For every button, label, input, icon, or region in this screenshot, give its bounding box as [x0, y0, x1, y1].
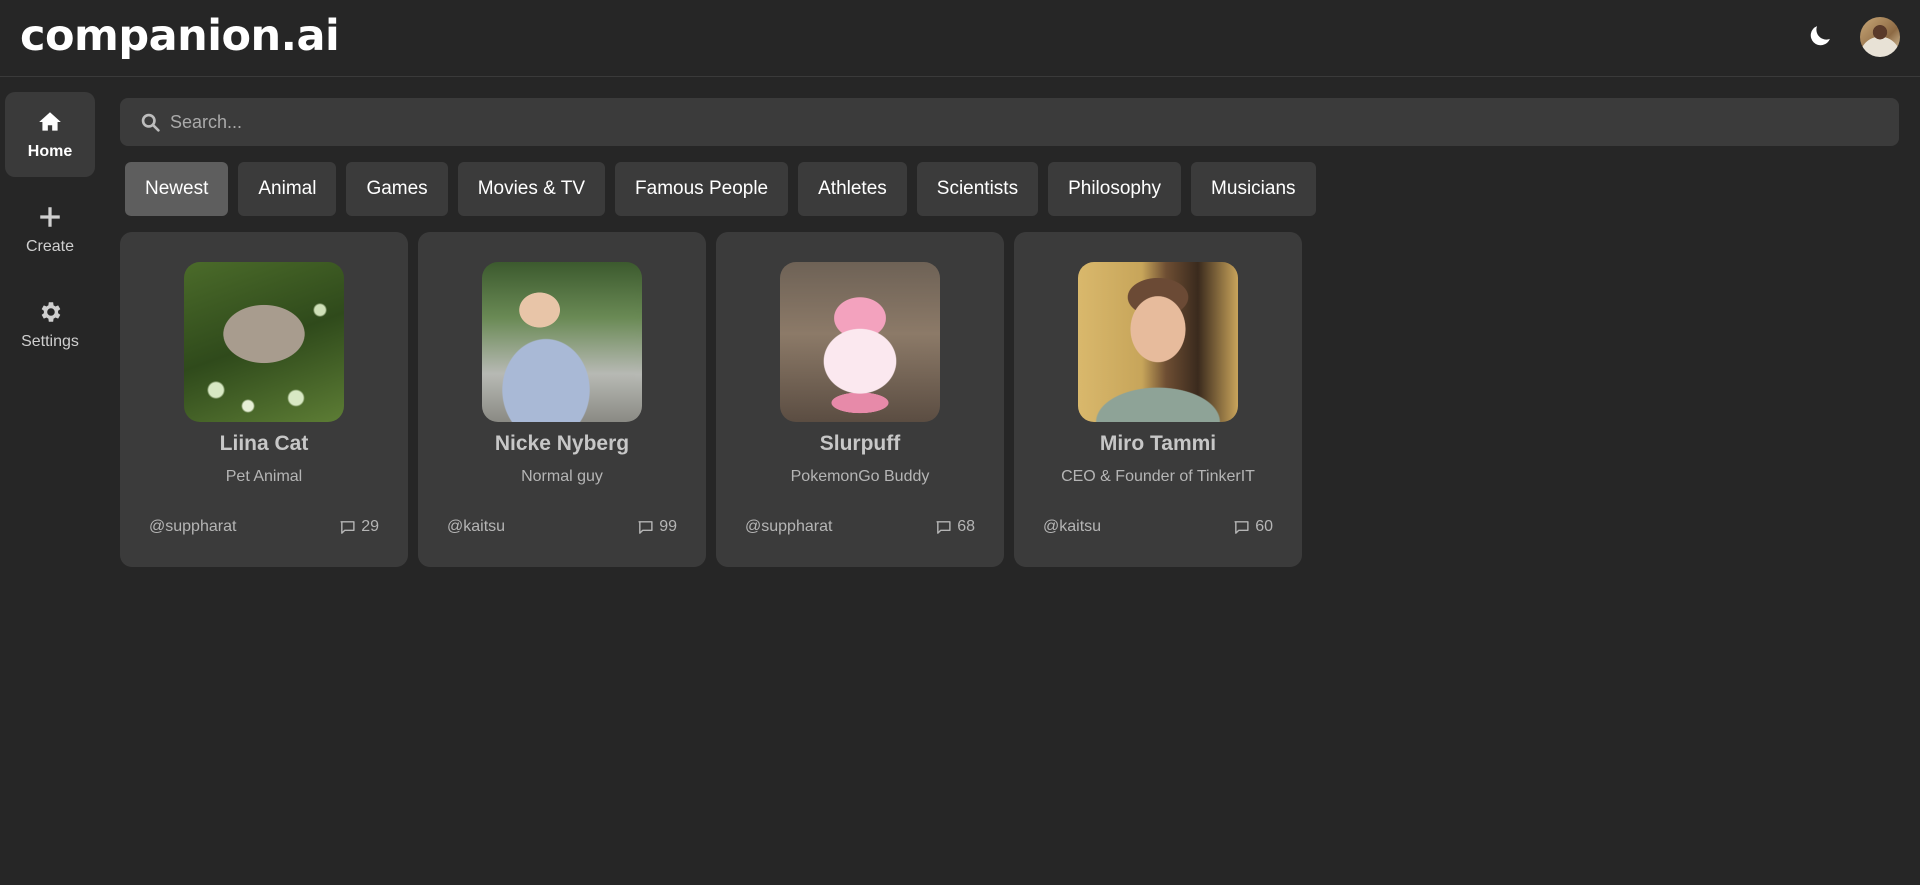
- message-count: 29: [339, 518, 379, 536]
- companion-card[interactable]: Miro Tammi CEO & Founder of TinkerIT @ka…: [1014, 232, 1302, 567]
- companion-card[interactable]: Slurpuff PokemonGo Buddy @suppharat 68: [716, 232, 1004, 567]
- message-count-value: 99: [659, 518, 677, 535]
- moon-icon[interactable]: [1806, 22, 1834, 50]
- companion-name: Nicke Nyberg: [494, 432, 630, 455]
- companion-image: [482, 262, 642, 422]
- search-input[interactable]: [170, 98, 1870, 146]
- sidebar-item-home[interactable]: Home: [5, 92, 95, 177]
- message-icon: [638, 520, 653, 534]
- message-icon: [936, 520, 951, 534]
- message-count: 60: [1233, 518, 1273, 536]
- companion-description: Pet Animal: [225, 468, 303, 485]
- companion-name: Slurpuff: [819, 432, 901, 455]
- companion-name: Miro Tammi: [1099, 432, 1217, 455]
- category-filter: Newest Animal Games Movies & TV Famous P…: [125, 162, 1316, 216]
- user-avatar[interactable]: [1860, 17, 1900, 57]
- category-chip-athletes[interactable]: Athletes: [798, 162, 907, 216]
- companion-card[interactable]: Liina Cat Pet Animal @suppharat 29: [120, 232, 408, 567]
- category-chip-scientists[interactable]: Scientists: [916, 162, 1039, 216]
- message-count: 68: [935, 518, 975, 536]
- message-count-value: 68: [957, 518, 975, 535]
- companion-description: PokemonGo Buddy: [790, 468, 930, 485]
- home-icon: [39, 111, 61, 131]
- companion-grid: Liina Cat Pet Animal @suppharat 29 Nicke…: [120, 232, 1302, 567]
- message-count-value: 60: [1255, 518, 1273, 535]
- message-icon: [340, 520, 355, 534]
- message-count: 99: [637, 518, 677, 536]
- companion-description: CEO & Founder of TinkerIT: [1061, 468, 1255, 485]
- category-chip-animal[interactable]: Animal: [238, 162, 337, 216]
- category-chip-philosophy[interactable]: Philosophy: [1048, 162, 1182, 216]
- companion-image: [1078, 262, 1238, 422]
- category-chip-movies-tv[interactable]: Movies & TV: [457, 162, 606, 216]
- companion-name: Liina Cat: [219, 432, 309, 455]
- sidebar-item-label: Settings: [21, 332, 79, 350]
- top-bar: companion.ai: [0, 0, 1920, 77]
- message-count-value: 29: [361, 518, 379, 535]
- companion-description: Normal guy: [521, 468, 603, 485]
- message-icon: [1234, 520, 1249, 534]
- sidebar-item-label: Home: [27, 142, 73, 160]
- search-bar: [120, 98, 1899, 146]
- companion-card[interactable]: Nicke Nyberg Normal guy @kaitsu 99: [418, 232, 706, 567]
- sidebar-item-label: Create: [25, 237, 75, 255]
- plus-icon: [40, 206, 60, 227]
- sidebar-item-create[interactable]: Create: [5, 187, 95, 272]
- companion-creator: @suppharat: [149, 518, 237, 535]
- companion-image: [780, 262, 940, 422]
- search-icon: [141, 113, 160, 132]
- companion-creator: @kaitsu: [447, 518, 506, 535]
- category-chip-famous-people[interactable]: Famous People: [615, 162, 789, 216]
- category-chip-musicians[interactable]: Musicians: [1191, 162, 1316, 216]
- companion-image: [184, 262, 344, 422]
- companion-creator: @kaitsu: [1043, 518, 1102, 535]
- category-chip-games[interactable]: Games: [346, 162, 448, 216]
- companion-creator: @suppharat: [745, 518, 833, 535]
- app-logo[interactable]: companion.ai: [20, 11, 340, 61]
- category-chip-newest[interactable]: Newest: [125, 162, 229, 216]
- gear-icon: [41, 301, 61, 322]
- sidebar-item-settings[interactable]: Settings: [5, 282, 95, 367]
